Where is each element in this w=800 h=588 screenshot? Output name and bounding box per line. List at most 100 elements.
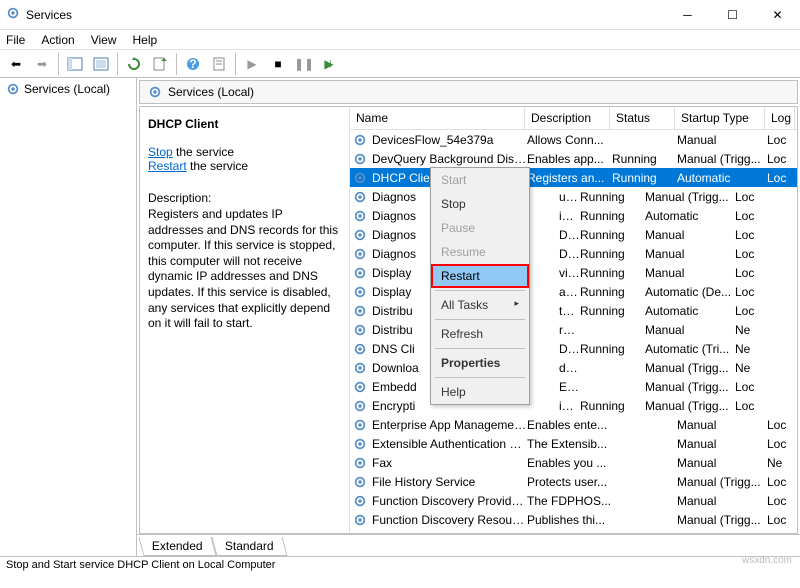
service-row[interactable]: DHCP ClientRegisters an...RunningAutomat…	[350, 168, 797, 187]
gear-icon	[352, 493, 368, 509]
cell-logon: Loc	[767, 133, 797, 147]
cell-desc: dows ser...	[527, 361, 580, 375]
cell-logon: Loc	[735, 190, 765, 204]
ctx-restart[interactable]: Restart	[431, 264, 529, 288]
cell-startup: Automatic (De...	[645, 285, 735, 299]
service-row[interactable]: FaxEnables you ...ManualNe	[350, 453, 797, 472]
cell-desc: Allows Conn...	[527, 133, 612, 147]
cell-startup: Manual (Trigg...	[677, 475, 767, 489]
cell-status: Running	[580, 399, 645, 413]
ctx-refresh[interactable]: Refresh	[431, 322, 529, 346]
restart-button[interactable]: ▶|	[318, 52, 342, 76]
ctx-stop[interactable]: Stop	[431, 192, 529, 216]
pause-button[interactable]: ❚❚	[292, 52, 316, 76]
forward-button[interactable]: ➡	[30, 52, 54, 76]
service-row[interactable]: Display vice for ...RunningManualLoc	[350, 263, 797, 282]
service-row[interactable]: Function Discovery Resourc...Publishes t…	[350, 510, 797, 529]
service-row[interactable]: Encryptiides the...RunningManual (Trigg.…	[350, 396, 797, 415]
view-tabs: Extended Standard	[137, 534, 800, 556]
ctx-properties[interactable]: Properties	[431, 351, 529, 375]
menu-bar: File Action View Help	[0, 30, 800, 50]
service-list[interactable]: Name Description Status Startup Type Log…	[350, 107, 797, 533]
cell-status: Running	[580, 266, 645, 280]
service-row[interactable]: File History ServiceProtects user...Manu…	[350, 472, 797, 491]
ctx-help[interactable]: Help	[431, 380, 529, 404]
service-row[interactable]: DiagnosDiagnos...RunningManualLoc	[350, 244, 797, 263]
gear-icon	[352, 170, 368, 186]
tree-root[interactable]: Services (Local)	[0, 78, 136, 100]
service-row[interactable]: Diagnosiagnos...RunningAutomaticLoc	[350, 206, 797, 225]
description-label: Description:	[148, 191, 341, 205]
minimize-button[interactable]: ─	[665, 0, 710, 30]
stop-link[interactable]: Stop	[148, 145, 173, 159]
show-hide-tree-button[interactable]	[63, 52, 87, 76]
service-row[interactable]: Extensible Authentication Pr...The Exten…	[350, 434, 797, 453]
menu-help[interactable]: Help	[133, 33, 158, 47]
refresh-button[interactable]	[122, 52, 146, 76]
cell-desc: utes dia...	[527, 190, 580, 204]
cell-startup: Manual	[677, 133, 767, 147]
gear-icon	[352, 227, 368, 243]
menu-view[interactable]: View	[91, 33, 117, 47]
service-row[interactable]: Distributains li...RunningAutomaticLoc	[350, 301, 797, 320]
properties-button[interactable]	[207, 52, 231, 76]
restart-link[interactable]: Restart	[148, 159, 187, 173]
col-name[interactable]: Name	[350, 107, 525, 129]
stop-button[interactable]: ■	[266, 52, 290, 76]
description-pane: DHCP Client Stop the service Restart the…	[140, 107, 350, 533]
service-row[interactable]: DNS CliDNS Cli...RunningAutomatic (Tri..…	[350, 339, 797, 358]
col-description[interactable]: Description	[525, 107, 610, 129]
col-startup[interactable]: Startup Type	[675, 107, 765, 129]
cell-desc: ages th...	[527, 285, 580, 299]
cell-startup: Manual (Trigg...	[645, 190, 735, 204]
gear-icon	[352, 379, 368, 395]
help-button[interactable]: ?	[181, 52, 205, 76]
cell-startup: Manual (Trigg...	[645, 399, 735, 413]
cell-logon: Loc	[767, 494, 797, 508]
gear-icon	[352, 284, 368, 300]
cell-logon: Ne	[735, 342, 765, 356]
col-logon[interactable]: Log	[765, 107, 795, 129]
export-button[interactable]	[89, 52, 113, 76]
cell-desc: tains li...	[527, 304, 580, 318]
cell-desc: Embedd...	[527, 380, 580, 394]
service-row[interactable]: DevQuery Background Disc...Enables app..…	[350, 149, 797, 168]
service-row[interactable]: Diagnosutes dia...RunningManual (Trigg..…	[350, 187, 797, 206]
tab-standard[interactable]: Standard	[211, 537, 287, 556]
cell-name: Function Discovery Resourc...	[370, 513, 527, 527]
service-row[interactable]: DevicesFlow_54e379aAllows Conn...ManualL…	[350, 130, 797, 149]
cell-status: Running	[580, 285, 645, 299]
cell-status: Running	[612, 171, 677, 185]
cell-logon: Loc	[767, 171, 797, 185]
col-status[interactable]: Status	[610, 107, 675, 129]
service-row[interactable]: Enterprise App Managemen...Enables ente.…	[350, 415, 797, 434]
service-row[interactable]: Function Discovery Provider ...The FDPHO…	[350, 491, 797, 510]
service-row[interactable]: DiagnosDiagnos...RunningManualLoc	[350, 225, 797, 244]
gear-icon	[352, 246, 368, 262]
cell-logon: Loc	[735, 380, 765, 394]
export-list-button[interactable]	[148, 52, 172, 76]
service-row[interactable]: Display ages th...RunningAutomatic (De..…	[350, 282, 797, 301]
cell-name: File History Service	[370, 475, 527, 489]
service-row[interactable]: Downloadows ser...Manual (Trigg...Ne	[350, 358, 797, 377]
tab-extended[interactable]: Extended	[138, 537, 216, 556]
menu-action[interactable]: Action	[41, 33, 74, 47]
svg-text:?: ?	[189, 57, 196, 71]
gear-icon	[352, 322, 368, 338]
context-menu[interactable]: StartStopPauseResumeRestartAll TasksRefr…	[430, 167, 530, 405]
maximize-button[interactable]: ☐	[710, 0, 755, 30]
cell-desc: Enables you ...	[527, 456, 612, 470]
service-row[interactable]: Distriburdinates ...ManualNe	[350, 320, 797, 339]
column-headers[interactable]: Name Description Status Startup Type Log	[350, 107, 797, 130]
ctx-all-tasks[interactable]: All Tasks	[431, 293, 529, 317]
close-button[interactable]: ✕	[755, 0, 800, 30]
service-row[interactable]: EmbeddEmbedd...Manual (Trigg...Loc	[350, 377, 797, 396]
back-button[interactable]: ⬅	[4, 52, 28, 76]
menu-file[interactable]: File	[6, 33, 25, 47]
cell-logon: Loc	[735, 228, 765, 242]
cell-desc: vice for ...	[527, 266, 580, 280]
cell-logon: Loc	[735, 285, 765, 299]
cell-name: Enterprise App Managemen...	[370, 418, 527, 432]
play-button[interactable]: ▶	[240, 52, 264, 76]
tree-pane[interactable]: Services (Local)	[0, 78, 137, 556]
